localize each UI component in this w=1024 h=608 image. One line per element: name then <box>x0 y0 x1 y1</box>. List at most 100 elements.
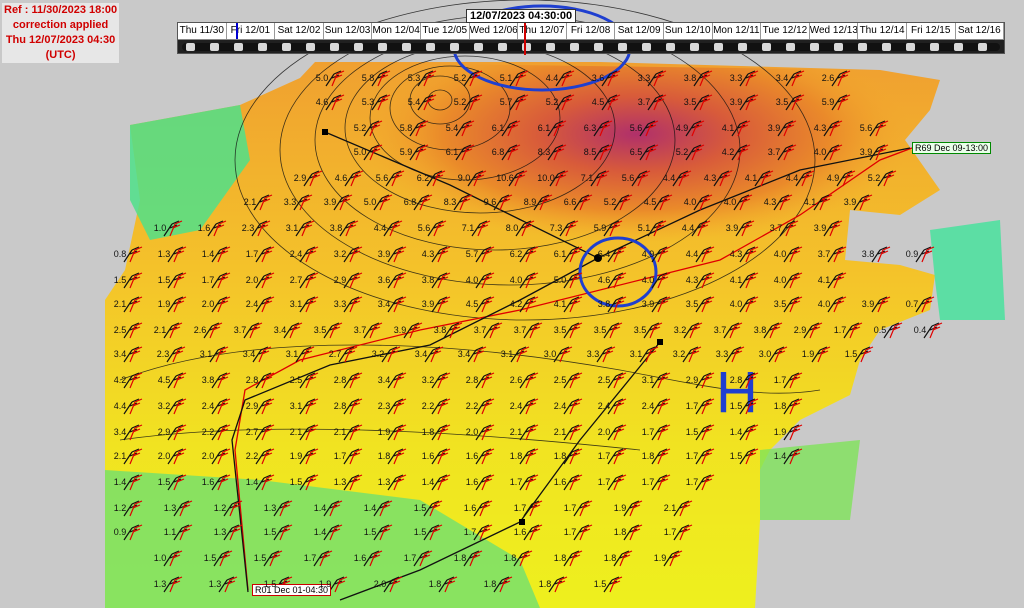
wave-height-value: 2.0 <box>201 451 215 461</box>
timeline-day[interactable]: Wed 12/06 <box>470 23 519 39</box>
timeline-playhead[interactable] <box>524 21 526 55</box>
wave-height-value: 7.1 <box>461 223 475 233</box>
timeline-day[interactable]: Sun 12/03 <box>324 23 373 39</box>
wave-height-value: 3.7 <box>513 325 527 335</box>
wave-height-value: 4.6 <box>597 275 611 285</box>
waypoint-marker[interactable] <box>657 339 663 345</box>
wave-height-value: 10.6 <box>496 173 514 183</box>
timeline-day[interactable]: Tue 12/05 <box>421 23 470 39</box>
wave-height-value: 2.8 <box>245 375 259 385</box>
timeline-day[interactable]: Sun 12/10 <box>664 23 713 39</box>
timezone: (UTC) <box>45 49 76 61</box>
wave-height-value: 1.5 <box>253 553 267 563</box>
wave-height-value: 6.6 <box>563 197 577 207</box>
wave-height-value: 6.8 <box>403 197 417 207</box>
wave-height-value: 4.3 <box>421 249 435 259</box>
timeline-day[interactable]: Thu 12/14 <box>858 23 907 39</box>
timeline-tick <box>570 43 579 51</box>
wave-height-value: 2.1 <box>113 299 127 309</box>
timeline-tick <box>378 43 387 51</box>
wave-height-value: 1.8 <box>453 553 467 563</box>
wave-height-value: 1.5 <box>289 477 303 487</box>
wave-height-value: 3.6 <box>591 73 605 83</box>
wave-height-value: 1.7 <box>685 451 699 461</box>
wave-height-value: 4.3 <box>685 275 699 285</box>
wave-height-value: 8.0 <box>505 223 519 233</box>
wave-height-value: 1.5 <box>844 349 858 359</box>
wave-height-value: 3.7 <box>767 147 781 157</box>
wave-height-value: 3.7 <box>637 97 651 107</box>
wave-height-value: 2.7 <box>289 275 303 285</box>
wave-height-value: 3.2 <box>421 375 435 385</box>
wave-height-value: 3.4 <box>242 349 256 359</box>
wave-height-value: 2.4 <box>641 401 655 411</box>
wave-height-value: 3.1 <box>285 223 299 233</box>
timeline-day[interactable]: Mon 12/04 <box>372 23 421 39</box>
wave-height-value: 3.2 <box>333 249 347 259</box>
timeline-day[interactable]: Fri 12/15 <box>907 23 956 39</box>
wave-height-value: 9.6 <box>483 197 497 207</box>
wave-height-value: 1.5 <box>263 527 277 537</box>
wave-height-value: 2.8 <box>333 401 347 411</box>
timeline-day[interactable]: Fri 12/01 <box>227 23 276 39</box>
wave-height-value: 5.2 <box>545 97 559 107</box>
wave-height-value: 4.1 <box>721 123 735 133</box>
timeline-tick <box>354 43 363 51</box>
timeline-tick <box>330 43 339 51</box>
timeline-day[interactable]: Mon 12/11 <box>713 23 762 39</box>
timeline-day[interactable]: Fri 12/08 <box>567 23 616 39</box>
wave-height-value: 1.4 <box>363 503 377 513</box>
wave-height-value: 5.6 <box>375 173 389 183</box>
wave-height-value: 1.4 <box>313 527 327 537</box>
wave-height-value: 3.5 <box>775 97 789 107</box>
timeline-bar[interactable]: Thu 11/30 Fri 12/01 Sat 12/02 Sun 12/03 Mon … <box>177 9 1005 55</box>
wave-height-value: 4.1 <box>817 275 831 285</box>
wave-height-value: 1.8 <box>428 579 442 589</box>
correction-status: correction applied <box>12 19 109 31</box>
wave-height-value: 3.5 <box>683 97 697 107</box>
timeline-day[interactable]: Sat 12/09 <box>615 23 664 39</box>
current-time-label: 12/07/2023 04:30:00 <box>466 9 577 23</box>
wave-height-value: 1.6 <box>463 503 477 513</box>
wave-height-value: 1.7 <box>563 503 577 513</box>
timeline-day[interactable]: Tue 12/12 <box>761 23 810 39</box>
wave-height-value: 4.1 <box>729 275 743 285</box>
timeline-day[interactable]: Sat 12/16 <box>956 23 1005 39</box>
wave-height-value: 1.7 <box>685 477 699 487</box>
timeline-tick <box>666 43 675 51</box>
wave-height-value: 4.3 <box>813 123 827 133</box>
waypoint-marker[interactable] <box>322 129 328 135</box>
timeline-tick <box>906 43 915 51</box>
timeline-tick <box>234 43 243 51</box>
timeline-day[interactable]: Sat 12/02 <box>275 23 324 39</box>
wave-height-value: 2.3 <box>156 349 170 359</box>
wave-height-value: 2.9 <box>245 401 259 411</box>
wave-height-value: 3.8 <box>329 223 343 233</box>
waypoint-marker[interactable] <box>519 519 525 525</box>
timeline-day[interactable]: Thu 11/30 <box>178 23 227 39</box>
wave-height-value: 4.0 <box>729 299 743 309</box>
wave-height-value: 0.9 <box>905 249 919 259</box>
wave-height-value: 3.4 <box>775 73 789 83</box>
wave-height-value: 6.1 <box>537 123 551 133</box>
wave-height-value: 2.6 <box>509 375 523 385</box>
wave-height-value: 1.5 <box>203 553 217 563</box>
wave-height-value: 1.7 <box>685 401 699 411</box>
wave-height-value: 5.2 <box>675 147 689 157</box>
timeline-day[interactable]: Wed 12/13 <box>810 23 859 39</box>
wave-height-value: 9.0 <box>457 173 471 183</box>
wave-height-value: 1.3 <box>333 477 347 487</box>
wave-height-value: 4.3 <box>703 173 717 183</box>
wave-height-value: 6.2 <box>416 173 430 183</box>
wave-height-value: 4.1 <box>803 197 817 207</box>
wave-height-value: 1.8 <box>483 579 497 589</box>
timeline-tick <box>930 43 939 51</box>
wave-height-value: 3.1 <box>289 401 303 411</box>
wave-height-value: 5.7 <box>465 249 479 259</box>
wave-height-value: 4.0 <box>817 299 831 309</box>
wave-height-value: 3.4 <box>414 349 428 359</box>
timeline-tick <box>786 43 795 51</box>
timeline-track[interactable] <box>182 43 1000 51</box>
wave-height-value: 2.2 <box>465 401 479 411</box>
route-end-label[interactable]: R69 Dec 09-13:00 <box>912 142 992 154</box>
